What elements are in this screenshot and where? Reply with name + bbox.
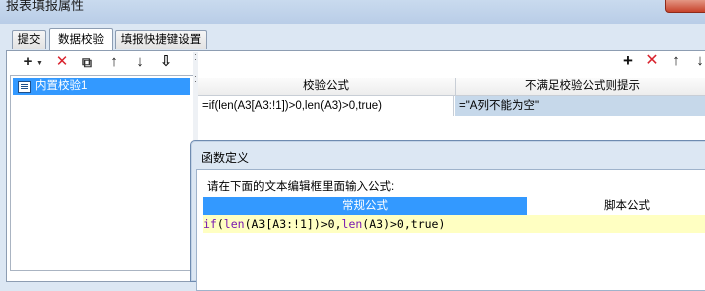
rule-up-button[interactable]: ↑	[666, 52, 686, 70]
document-icon	[18, 81, 31, 93]
validation-list: 内置校验1	[10, 75, 194, 271]
tab-normal-formula[interactable]: 常规公式	[203, 197, 527, 215]
tab-data-validation[interactable]: 数据校验	[49, 28, 113, 50]
function-dialog-body: 请在下面的文本编辑框里面输入公式: 常规公式 脚本公式 if(len(A3[A3…	[196, 169, 705, 291]
grid-header: 校验公式 不满足校验公式则提示	[198, 78, 705, 96]
delete-button[interactable]: ✕	[52, 53, 72, 71]
formula-cell[interactable]: =if(len(A3[A3:!1])>0,len(A3)>0,true)	[198, 96, 454, 116]
rule-down-button[interactable]: ↓	[690, 52, 705, 70]
list-item-label: 内置校验1	[35, 80, 88, 92]
delete-rule-button[interactable]: ✕	[642, 52, 662, 70]
editor-tabs: 常规公式 脚本公式	[203, 197, 705, 215]
dialog-title: 报表填报属性	[6, 0, 85, 13]
sort-button[interactable]: ⇩	[156, 53, 176, 71]
window-close-button[interactable]	[665, 0, 705, 13]
list-item[interactable]: 内置校验1	[13, 78, 190, 95]
function-dialog: 函数定义 请在下面的文本编辑框里面输入公式: 常规公式 脚本公式 if(len(…	[190, 140, 705, 291]
header-formula[interactable]: 校验公式	[198, 78, 454, 95]
tab-shortcut-settings[interactable]: 填报快捷键设置	[115, 30, 207, 49]
formula-prompt: 请在下面的文本编辑框里面输入公式:	[207, 181, 395, 193]
function-dialog-title: 函数定义	[201, 151, 250, 165]
tab-submit[interactable]: 提交	[12, 30, 46, 49]
copy-button[interactable]: ⧉	[77, 53, 97, 71]
header-tip[interactable]: 不满足校验公式则提示	[455, 78, 705, 95]
add-rule-button[interactable]: +	[618, 52, 638, 70]
move-down-button[interactable]: ↓	[130, 53, 150, 71]
formula-editor[interactable]: if(len(A3[A3:!1])>0,len(A3)>0,true)	[203, 215, 705, 233]
move-up-button[interactable]: ↑	[104, 53, 124, 71]
tab-script-formula[interactable]: 脚本公式	[527, 197, 705, 215]
add-button[interactable]: +	[18, 53, 38, 71]
chevron-down-icon[interactable]: ▼	[36, 60, 43, 67]
dialog-title-bar: 报表填报属性	[0, 0, 705, 24]
table-row[interactable]: =if(len(A3[A3:!1])>0,len(A3)>0,true) ="A…	[198, 96, 705, 116]
formula-text[interactable]: if(len(A3[A3:!1])>0,len(A3)>0,true)	[203, 217, 445, 231]
splitter-grip-icon: ⁚	[194, 53, 197, 62]
tip-cell[interactable]: ="A列不能为空"	[455, 96, 705, 116]
